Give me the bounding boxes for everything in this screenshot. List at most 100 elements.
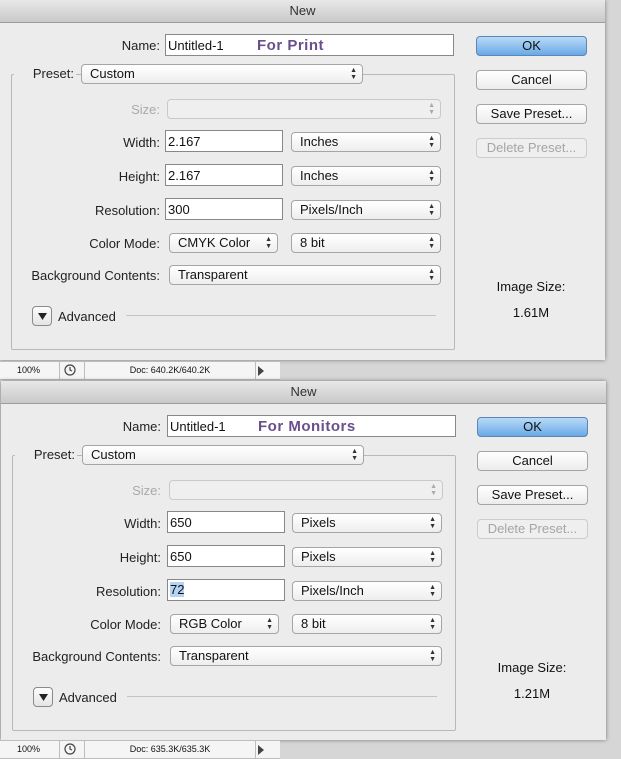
up-down-arrows-icon: ▲ ▼ [265, 236, 272, 250]
background-contents-label: Background Contents: [32, 649, 161, 664]
name-annotation: For Monitors [258, 418, 356, 435]
resolution-input[interactable]: 72 [167, 579, 285, 601]
new-document-dialog-print: New Name: For Print OK Cancel Save Prese… [0, 0, 605, 360]
height-input[interactable] [165, 164, 283, 186]
disclosure-triangle-icon [38, 313, 47, 320]
clock-icon [64, 364, 76, 376]
bit-depth-select[interactable]: 8 bit ▲ ▼ [291, 233, 441, 253]
document-status-bar: 100% Doc: 635.3K/635.3K [0, 740, 280, 759]
background-contents-label: Background Contents: [31, 268, 160, 283]
advanced-disclosure-button[interactable] [33, 687, 53, 707]
resolution-unit-select[interactable]: Pixels/Inch ▲ ▼ [292, 581, 442, 601]
color-mode-select[interactable]: RGB Color ▲ ▼ [170, 614, 279, 634]
preset-label: Preset: [14, 66, 76, 81]
advanced-label: Advanced [58, 309, 116, 324]
resolution-unit-value: Pixels/Inch [300, 202, 363, 217]
preset-value: Custom [91, 447, 136, 462]
height-input[interactable] [167, 545, 285, 567]
width-input[interactable] [165, 130, 283, 152]
height-unit-value: Inches [300, 168, 339, 183]
width-label: Width: [124, 516, 161, 531]
zoom-level[interactable]: 100% [0, 362, 60, 379]
up-down-arrows-icon: ▲ ▼ [428, 268, 435, 282]
cancel-button[interactable]: Cancel [477, 451, 588, 471]
save-preset-button[interactable]: Save Preset... [476, 104, 587, 124]
height-label: Height: [118, 169, 160, 184]
new-document-dialog-monitors: New Name: For Monitors OK Cancel Save Pr… [1, 381, 606, 740]
zoom-level[interactable]: 100% [0, 741, 60, 758]
preset-label: Preset: [15, 447, 77, 462]
clock-icon [64, 743, 76, 755]
size-label: Size: [132, 483, 161, 498]
up-down-arrows-icon: ▲ ▼ [429, 584, 436, 598]
up-down-arrows-icon: ▲ ▼ [350, 67, 357, 81]
bit-depth-value: 8 bit [301, 616, 326, 631]
size-label: Size: [131, 102, 160, 117]
play-arrow-icon[interactable] [258, 745, 264, 755]
ok-button[interactable]: OK [477, 417, 588, 437]
color-mode-value: RGB Color [179, 616, 242, 631]
ok-button[interactable]: OK [476, 36, 587, 56]
preset-select[interactable]: Custom ▲ ▼ [81, 64, 363, 84]
background-contents-select[interactable]: Transparent ▲ ▼ [170, 646, 442, 666]
color-mode-label: Color Mode: [90, 617, 161, 632]
preset-select[interactable]: Custom ▲ ▼ [82, 445, 364, 465]
bit-depth-value: 8 bit [300, 235, 325, 250]
height-unit-select[interactable]: Pixels ▲ ▼ [292, 547, 442, 567]
background-contents-value: Transparent [179, 648, 249, 663]
up-down-arrows-icon: ▲ ▼ [266, 617, 273, 631]
disclosure-triangle-icon [39, 694, 48, 701]
size-select[interactable]: ▲ ▼ [167, 99, 441, 119]
dialog-title: New [0, 0, 605, 23]
up-down-arrows-icon: ▲ ▼ [429, 649, 436, 663]
background-contents-value: Transparent [178, 267, 248, 282]
advanced-separator [126, 315, 436, 316]
width-unit-select[interactable]: Inches ▲ ▼ [291, 132, 441, 152]
up-down-arrows-icon: ▲ ▼ [428, 169, 435, 183]
up-down-arrows-icon: ▲ ▼ [428, 135, 435, 149]
width-input[interactable] [167, 511, 285, 533]
image-size-label: Image Size: [497, 660, 567, 675]
advanced-disclosure-button[interactable] [32, 306, 52, 326]
color-mode-value: CMYK Color [178, 235, 251, 250]
width-unit-value: Inches [300, 134, 339, 149]
image-size-value: 1.61M [512, 305, 550, 320]
doc-size-status: Doc: 640.2K/640.2K [84, 362, 256, 379]
width-unit-select[interactable]: Pixels ▲ ▼ [292, 513, 442, 533]
width-label: Width: [123, 135, 160, 150]
up-down-arrows-icon: ▲ ▼ [430, 483, 437, 497]
preset-value: Custom [90, 66, 135, 81]
image-size-label: Image Size: [496, 279, 566, 294]
up-down-arrows-icon: ▲ ▼ [351, 448, 358, 462]
delete-preset-button[interactable]: Delete Preset... [476, 138, 587, 158]
up-down-arrows-icon: ▲ ▼ [429, 617, 436, 631]
height-label: Height: [119, 550, 161, 565]
color-mode-label: Color Mode: [89, 236, 160, 251]
height-unit-select[interactable]: Inches ▲ ▼ [291, 166, 441, 186]
up-down-arrows-icon: ▲ ▼ [429, 516, 436, 530]
dialog-title: New [1, 381, 606, 404]
color-mode-select[interactable]: CMYK Color ▲ ▼ [169, 233, 278, 253]
advanced-separator [127, 696, 437, 697]
up-down-arrows-icon: ▲ ▼ [428, 236, 435, 250]
resolution-value-selected: 72 [170, 582, 185, 597]
name-annotation: For Print [257, 37, 324, 54]
save-preset-button[interactable]: Save Preset... [477, 485, 588, 505]
delete-preset-button[interactable]: Delete Preset... [477, 519, 588, 539]
resolution-input[interactable] [165, 198, 283, 220]
cancel-button[interactable]: Cancel [476, 70, 587, 90]
bit-depth-select[interactable]: 8 bit ▲ ▼ [292, 614, 442, 634]
height-unit-value: Pixels [301, 549, 336, 564]
background-contents-select[interactable]: Transparent ▲ ▼ [169, 265, 441, 285]
resolution-label: Resolution: [94, 203, 160, 218]
resolution-unit-select[interactable]: Pixels/Inch ▲ ▼ [291, 200, 441, 220]
up-down-arrows-icon: ▲ ▼ [428, 203, 435, 217]
document-status-bar: 100% Doc: 640.2K/640.2K [0, 361, 280, 380]
up-down-arrows-icon: ▲ ▼ [429, 550, 436, 564]
advanced-label: Advanced [59, 690, 117, 705]
width-unit-value: Pixels [301, 515, 336, 530]
name-label: Name: [121, 38, 160, 53]
name-label: Name: [122, 419, 161, 434]
size-select[interactable]: ▲ ▼ [169, 480, 443, 500]
play-arrow-icon[interactable] [258, 366, 264, 376]
